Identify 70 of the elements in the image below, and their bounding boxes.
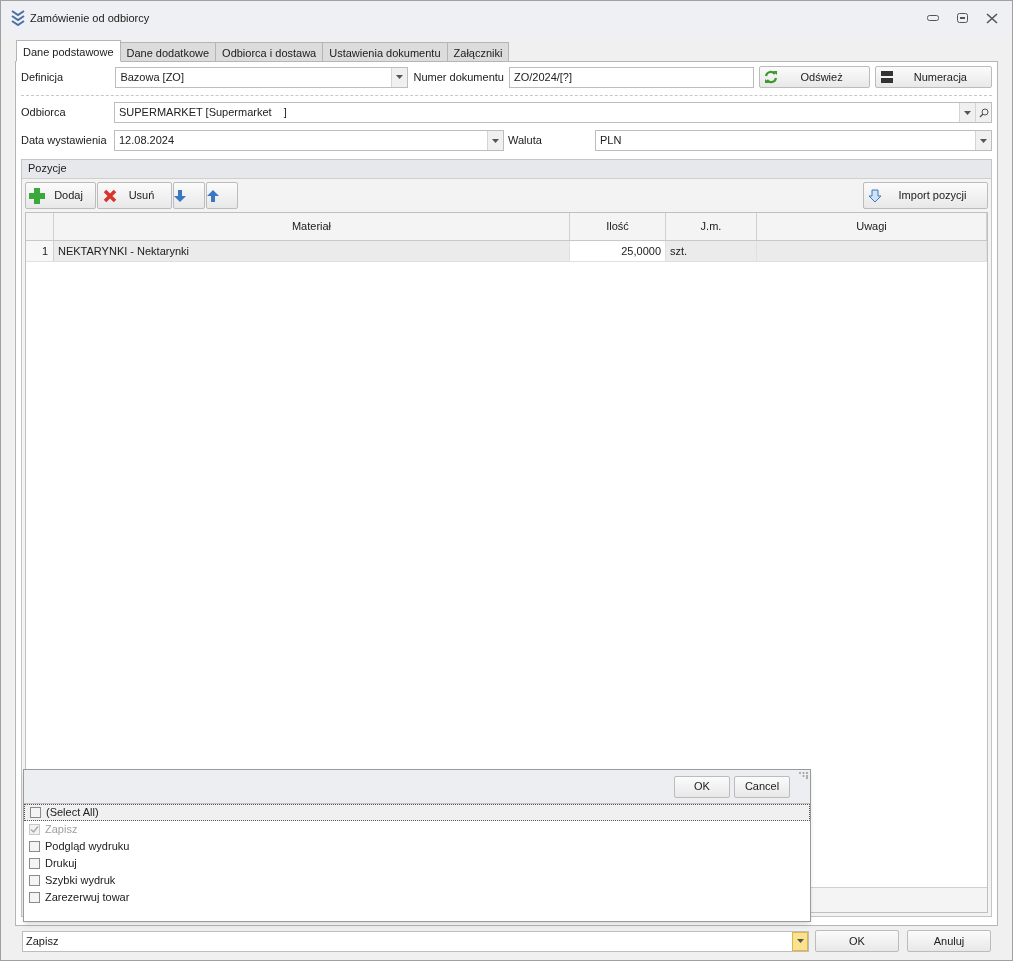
table-cell-text: szt. [670,243,688,259]
field-value: PLN [599,133,623,149]
column-header[interactable]: Uwagi [757,213,987,240]
combo-field[interactable]: PLN [595,130,992,151]
column-header[interactable]: J.m. [666,213,757,240]
field-label: Odbiorca [21,105,67,121]
window-title: Zamówienie od odbiorcy [30,10,150,26]
group-header: Pozycje [22,160,991,179]
checklist-item[interactable]: Podgląd wydruku [24,838,810,855]
toolbar-button[interactable] [206,182,238,209]
down-arrow-icon [174,189,186,202]
checkbox[interactable] [29,892,40,903]
caret-icon [396,75,404,79]
caret-icon [796,939,804,943]
table-row[interactable]: 1 NEKTARYNKI - Nektarynki 25,0000 szt. [26,241,987,262]
checklist-item[interactable]: Zarezerwuj towar [24,889,810,906]
table-cell-text: 25,0000 [621,243,661,259]
up-arrow-icon [207,189,219,202]
cross-icon [103,188,117,203]
ok-button[interactable]: OK [674,775,730,798]
action-combo[interactable]: Zapisz [22,930,809,952]
toolbar-button[interactable] [173,182,205,209]
search-icon[interactable] [978,107,989,118]
caret-icon [964,110,971,115]
field-label: Data wystawienia [21,133,108,149]
refresh-button[interactable]: Odśwież [759,66,870,88]
field-label: Numer dokumentu [412,69,505,85]
numbering-button[interactable]: Numeracja [874,66,992,88]
plus-icon [29,187,45,204]
cancel-button[interactable]: Anuluj [907,930,991,952]
tab[interactable]: Dane podstawowe [16,40,121,62]
close-icon[interactable] [986,12,998,24]
checkbox[interactable] [29,858,40,869]
caret-icon [980,138,987,143]
toolbar-button[interactable]: Dodaj [25,182,96,209]
combo-field[interactable]: 12.08.2024 [114,130,504,151]
input-field[interactable]: ZO/2024/[?] [508,66,755,88]
column-header[interactable]: Ilość [570,213,666,240]
down-arrow-icon [868,188,882,203]
toolbar-button[interactable]: Usuń [97,182,172,209]
checkbox[interactable] [30,807,41,818]
tab[interactable]: Ustawienia dokumentu [322,42,448,62]
caret-icon [492,138,499,143]
minimize-icon[interactable] [927,15,939,21]
row-number: 1 [26,241,54,261]
tab[interactable]: Dane dodatkowe [119,42,217,62]
tab[interactable]: Odbiorca i dostawa [215,42,324,62]
table-cell-text: NEKTARYNKI - Nektarynki [58,243,189,259]
ok-button[interactable]: OK [815,930,899,952]
checklist-item[interactable]: (Select All) [24,804,810,821]
cancel-button[interactable]: Cancel [734,775,790,798]
tab[interactable]: Załączniki [446,42,510,62]
field-label: Definicja [21,69,65,85]
checklist-item[interactable]: Drukuj [24,855,810,872]
checklist-item[interactable]: Szybki wydruk [24,872,810,889]
resize-grip-icon[interactable] [799,772,808,779]
chevrons-icon [11,10,25,26]
checkbox[interactable] [29,841,40,852]
field-value: SUPERMARKET [Supermarket ] [118,105,288,121]
field-value: Bazowa [ZO] [119,69,185,85]
import-button[interactable]: Import pozycji [863,182,988,209]
combo-field[interactable]: SUPERMARKET [Supermarket ] [114,102,992,123]
restore-icon[interactable] [957,13,968,23]
checkbox[interactable] [29,875,40,886]
refresh-icon [764,70,779,84]
field-value: Zapisz [25,933,60,949]
combo-field[interactable]: Bazowa [ZO] [115,66,409,88]
field-label: Waluta [507,133,543,149]
field-value: 12.08.2024 [118,133,176,149]
column-header[interactable]: Materiał [54,213,570,240]
